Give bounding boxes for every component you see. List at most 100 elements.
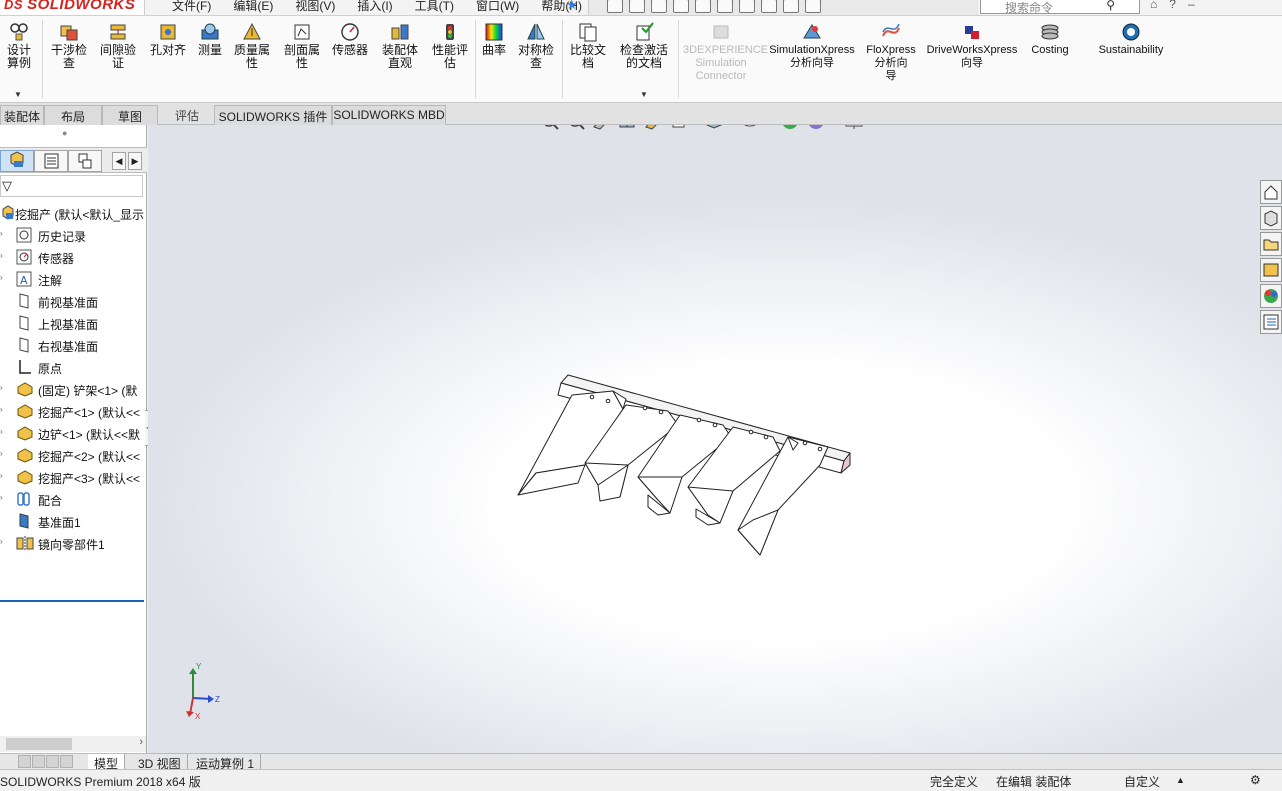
symmetry-check-button[interactable]: 对称检查	[514, 22, 558, 70]
tree-item-annotations[interactable]: › A 注解	[0, 268, 146, 290]
open-icon[interactable]	[651, 0, 667, 13]
expand-icon[interactable]: ›	[0, 427, 3, 436]
tab-model[interactable]: 模型	[88, 754, 126, 771]
property-manager-tab[interactable]	[34, 150, 68, 172]
last-tab-icon[interactable]	[60, 755, 73, 768]
undo-icon[interactable]	[717, 0, 733, 13]
simulationxpress-button[interactable]: SimulationXpress 分析向导	[766, 22, 858, 70]
solidworks-logo[interactable]: DS SOLIDWORKS	[0, 0, 145, 15]
options-gear-icon[interactable]	[805, 0, 821, 13]
status-units-custom[interactable]: 自定义	[1124, 773, 1160, 790]
tab-3d-views[interactable]: 3D 视图	[132, 754, 188, 771]
prev-tab-icon[interactable]	[32, 755, 45, 768]
tree-item-plane1[interactable]: 基准面1	[0, 510, 146, 532]
performance-evaluation-button[interactable]: 性能评估	[428, 22, 472, 70]
select-icon[interactable]	[739, 0, 755, 13]
save-icon[interactable]	[673, 0, 689, 13]
tree-item-component[interactable]: › (固定) 铲架<1> (默	[0, 378, 146, 400]
expand-icon[interactable]: ›	[0, 493, 3, 502]
panel-grip-icon[interactable]: ●	[62, 128, 67, 138]
user-icon[interactable]: ⌂	[1150, 0, 1157, 11]
rebuild-icon[interactable]	[761, 0, 777, 13]
tree-item-history[interactable]: › 历史记录	[0, 224, 146, 246]
costing-button[interactable]: Costing	[1024, 22, 1076, 57]
tab-sketch[interactable]: 草图	[102, 105, 158, 125]
tree-root-assembly[interactable]: 挖掘产 (默认<默认_显示	[0, 202, 146, 224]
tree-filter[interactable]: ▽	[0, 175, 143, 197]
assembly-model[interactable]	[148, 125, 1282, 753]
tree-item-mirror-component[interactable]: › 镜向零部件1	[0, 532, 146, 554]
view-palette-icon[interactable]	[1260, 258, 1282, 282]
sustainability-button[interactable]: Sustainability	[1090, 22, 1172, 57]
driveworksxpress-button[interactable]: DriveWorksXpress 向导	[924, 22, 1020, 70]
check-active-document-button[interactable]: 检查激活的文档 ▼	[616, 22, 672, 99]
compare-documents-button[interactable]: 比较文档	[566, 22, 610, 70]
menu-file[interactable]: 文件(F)	[172, 0, 211, 14]
tab-evaluate[interactable]: 评估	[160, 105, 214, 125]
next-tab-icon[interactable]	[46, 755, 59, 768]
expand-icon[interactable]: ›	[0, 273, 3, 282]
tab-solidworks-addins[interactable]: SOLIDWORKS 插件	[214, 105, 332, 125]
search-commands-input[interactable]: 搜索命令 ⚲	[980, 0, 1140, 15]
mass-properties-button[interactable]: 质量属性	[230, 22, 274, 70]
tree-horizontal-scrollbar[interactable]: ›	[0, 736, 146, 752]
minimize-icon[interactable]: –	[1188, 0, 1195, 11]
sensor-button[interactable]: 传感器	[328, 22, 372, 57]
tree-item-right-plane[interactable]: 右视基准面	[0, 334, 146, 356]
custom-properties-icon[interactable]	[1260, 310, 1282, 334]
new-document-icon[interactable]	[629, 0, 645, 13]
tree-item-front-plane[interactable]: 前视基准面	[0, 290, 146, 312]
assembly-visualization-button[interactable]: 装配体直观	[378, 22, 422, 70]
configuration-manager-tab[interactable]	[68, 150, 102, 172]
help-icon[interactable]: ?	[1169, 0, 1176, 11]
solidworks-resources-icon[interactable]	[1260, 180, 1282, 204]
tab-assembly[interactable]: 装配体	[0, 105, 44, 125]
expand-icon[interactable]: ›	[0, 449, 3, 458]
clearance-verification-button[interactable]: 间隙验证	[96, 22, 140, 70]
expand-icon[interactable]: ›	[0, 471, 3, 480]
section-properties-button[interactable]: 剖面属性	[280, 22, 324, 70]
interference-check-button[interactable]: 干涉检查	[48, 22, 90, 70]
tree-item-component[interactable]: › 边铲<1> (默认<<默	[0, 422, 146, 444]
curvature-button[interactable]: 曲率	[478, 22, 510, 57]
tree-item-sensors[interactable]: › 传感器	[0, 246, 146, 268]
expand-icon[interactable]: ›	[0, 251, 3, 260]
menu-window[interactable]: 窗口(W)	[476, 0, 519, 14]
scroll-right-icon[interactable]: ›	[139, 736, 143, 748]
expand-icon[interactable]: ›	[0, 229, 3, 238]
home-icon[interactable]	[607, 0, 623, 13]
expand-icon[interactable]: ›	[0, 383, 3, 392]
menu-insert[interactable]: 插入(I)	[357, 0, 392, 14]
pin-menu-icon[interactable]: ★	[566, 0, 578, 13]
file-properties-icon[interactable]	[783, 0, 799, 13]
tree-item-component[interactable]: › 挖掘产<1> (默认<<	[0, 400, 146, 422]
scroll-thumb[interactable]	[6, 738, 72, 750]
appearances-icon[interactable]	[1260, 284, 1282, 308]
tab-motion-study[interactable]: 运动算例 1	[190, 754, 262, 771]
tree-item-component[interactable]: › 挖掘产<3> (默认<<	[0, 466, 146, 488]
measure-button[interactable]: 测量	[194, 22, 226, 57]
filter-icon[interactable]: ▽	[2, 178, 12, 194]
tree-item-mates[interactable]: › 配合	[0, 488, 146, 510]
design-library-icon[interactable]	[1260, 206, 1282, 230]
menu-tools[interactable]: 工具(T)	[415, 0, 454, 14]
tree-item-top-plane[interactable]: 上视基准面	[0, 312, 146, 334]
expand-icon[interactable]: ›	[0, 405, 3, 414]
hole-alignment-button[interactable]: 孔对齐	[146, 22, 190, 57]
panel-scroll-right-button[interactable]: ▶	[128, 152, 142, 170]
design-study-button[interactable]: 设计算例 ▼	[0, 22, 38, 99]
menu-view[interactable]: 视图(V)	[295, 0, 335, 14]
first-tab-icon[interactable]	[18, 755, 31, 768]
panel-scroll-left-button[interactable]: ◀	[112, 152, 126, 170]
rollback-bar[interactable]	[0, 600, 144, 602]
print-icon[interactable]	[695, 0, 711, 13]
status-rebuild-icon[interactable]: ⚙	[1250, 773, 1261, 787]
menu-edit[interactable]: 编辑(E)	[233, 0, 273, 14]
file-explorer-icon[interactable]	[1260, 232, 1282, 256]
tab-layout[interactable]: 布局	[44, 105, 102, 125]
units-dropdown-icon[interactable]: ▲	[1176, 775, 1185, 785]
feature-manager-tab[interactable]	[0, 150, 34, 172]
expand-icon[interactable]: ›	[0, 537, 3, 546]
tree-item-origin[interactable]: 原点	[0, 356, 146, 378]
floxpress-button[interactable]: FloXpress 分析向导	[862, 22, 920, 83]
